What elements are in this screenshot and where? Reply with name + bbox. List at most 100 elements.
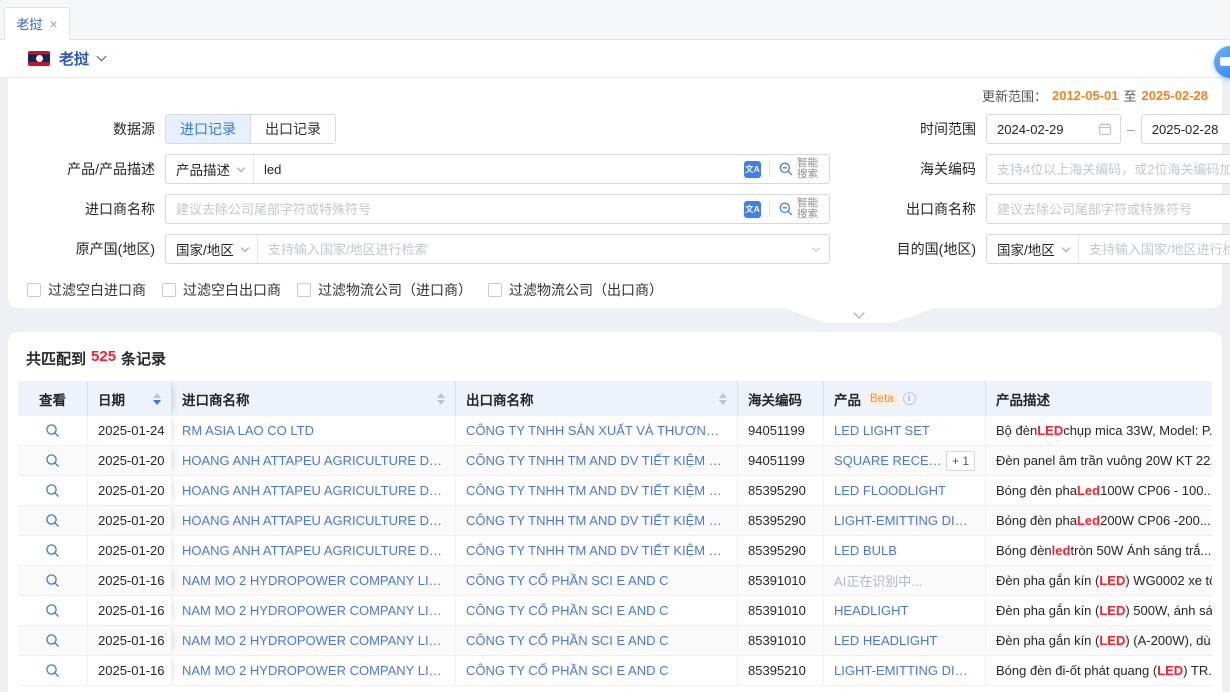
importer-link[interactable]: HOANG ANH ATTAPEU AGRICULTURE DEVE... — [182, 453, 445, 468]
translate-icon[interactable]: 文A — [744, 161, 761, 178]
importer-input[interactable] — [166, 195, 735, 223]
product-link[interactable]: LED BULB — [834, 543, 897, 558]
exporter-link[interactable]: CÔNG TY CỔ PHẦN SCI E AND C — [466, 603, 669, 618]
smart-search-button[interactable]: 智能搜索 — [778, 198, 820, 220]
product-link[interactable]: SQUARE RECESS... — [834, 453, 946, 468]
view-record-button[interactable] — [45, 633, 60, 648]
product-cell: SQUARE RECESS...+ 1 — [824, 446, 986, 475]
segment-export-records[interactable]: 出口记录 — [250, 115, 335, 143]
date-end-input[interactable] — [1141, 114, 1230, 144]
smart-search-icon — [778, 161, 794, 177]
column-header-product: 产品Betai — [824, 381, 986, 416]
exporter-link[interactable]: CÔNG TY TNHH TM AND DV TIẾT KIỆM NĂ... — [466, 543, 727, 558]
importer-link[interactable]: HOANG ANH ATTAPEU AGRICULTURE DEVE... — [182, 483, 445, 498]
close-icon[interactable] — [49, 17, 57, 31]
hs-code-input[interactable] — [987, 155, 1230, 183]
date-start-input[interactable] — [986, 114, 1121, 144]
info-icon[interactable]: i — [903, 392, 916, 405]
sort-toggle[interactable] — [431, 393, 445, 405]
exporter-cell: CÔNG TY TNHH TM AND DV TIẾT KIỆM NĂ... — [456, 446, 738, 475]
exporter-link[interactable]: CÔNG TY TNHH SẢN XUẤT VÀ THƯƠNG M... — [466, 423, 727, 438]
translate-icon[interactable]: 文A — [744, 201, 761, 218]
column-header-date[interactable]: 日期 — [88, 381, 172, 416]
table-row: 2025-01-20HOANG ANH ATTAPEU AGRICULTURE … — [18, 536, 1212, 566]
exporter-link[interactable]: CÔNG TY CỔ PHẦN SCI E AND C — [466, 573, 669, 588]
smart-search-icon — [778, 201, 794, 217]
view-record-button[interactable] — [45, 513, 60, 528]
view-record-button[interactable] — [45, 603, 60, 618]
date-start-value[interactable] — [987, 115, 1098, 143]
importer-link[interactable]: RM ASIA LAO CO LTD — [182, 423, 314, 438]
view-record-button[interactable] — [45, 483, 60, 498]
dest-country-group: 国家/地区 — [986, 234, 1230, 264]
chevron-down-icon[interactable] — [97, 52, 107, 62]
sort-toggle[interactable] — [713, 393, 727, 405]
view-record-button[interactable] — [45, 543, 60, 558]
sort-asc-icon[interactable] — [437, 393, 445, 398]
keyword-highlight: LED — [1099, 573, 1125, 588]
sort-asc-icon[interactable] — [153, 393, 161, 398]
laos-flag-icon — [28, 51, 50, 66]
sort-desc-icon[interactable] — [153, 400, 161, 405]
exporter-link[interactable]: CÔNG TY CỔ PHẦN SCI E AND C — [466, 663, 669, 678]
view-record-button[interactable] — [45, 573, 60, 588]
product-link[interactable]: LED FLOODLIGHT — [834, 483, 946, 498]
summary-suffix: 条记录 — [121, 348, 166, 369]
sort-asc-icon[interactable] — [719, 393, 727, 398]
sort-toggle[interactable] — [147, 393, 161, 405]
product-link[interactable]: LED HEADLIGHT — [834, 633, 937, 648]
product-search-input[interactable] — [254, 155, 735, 183]
checkbox-icon[interactable] — [297, 283, 311, 297]
product-link[interactable]: LED LIGHT SET — [834, 423, 930, 438]
column-label: 进口商名称 — [182, 389, 250, 409]
hs-code-cell: 85395290 — [738, 536, 824, 565]
segment-import-records[interactable]: 进口记录 — [166, 115, 250, 143]
date-end-value[interactable] — [1142, 115, 1230, 143]
sort-desc-icon[interactable] — [437, 400, 445, 405]
exporter-link[interactable]: CÔNG TY TNHH TM AND DV TIẾT KIỆM NĂ... — [466, 513, 727, 528]
origin-country-input[interactable] — [258, 235, 813, 263]
filter-checkbox[interactable]: 过滤物流公司（出口商） — [488, 280, 663, 300]
dest-country-select[interactable]: 国家/地区 — [987, 235, 1079, 263]
checkbox-label: 过滤物流公司（出口商） — [509, 280, 663, 300]
importer-link[interactable]: NAM MO 2 HYDROPOWER COMPANY LIMI... — [182, 663, 445, 678]
smart-search-button[interactable]: 智能搜索 — [778, 158, 820, 180]
filter-checkbox[interactable]: 过滤物流公司（进口商） — [297, 280, 472, 300]
product-type-select[interactable]: 产品描述 — [166, 155, 254, 183]
update-range-label: 更新范围： — [982, 86, 1047, 105]
exporter-link[interactable]: CÔNG TY CỔ PHẦN SCI E AND C — [466, 633, 669, 648]
importer-link[interactable]: HOANG ANH ATTAPEU AGRICULTURE DEVE... — [182, 513, 445, 528]
origin-country-select[interactable]: 国家/地区 — [166, 235, 258, 263]
checkbox-icon[interactable] — [488, 283, 502, 297]
filter-checkbox[interactable]: 过滤空白出口商 — [162, 280, 281, 300]
product-cell: LED HEADLIGHT — [824, 626, 986, 655]
exporter-link[interactable]: CÔNG TY TNHH TM AND DV TIẾT KIỆM NĂ... — [466, 453, 727, 468]
product-link[interactable]: LIGHT-EMITTING DIO... — [834, 513, 975, 528]
product-link[interactable]: HEADLIGHT — [834, 603, 908, 618]
product-link[interactable]: LIGHT-EMITTING DIO... — [834, 663, 975, 678]
view-record-button[interactable] — [45, 423, 60, 438]
importer-link[interactable]: NAM MO 2 HYDROPOWER COMPANY LIMI... — [182, 633, 445, 648]
importer-link[interactable]: HOANG ANH ATTAPEU AGRICULTURE DEVE... — [182, 543, 445, 558]
importer-link[interactable]: NAM MO 2 HYDROPOWER COMPANY LIMI... — [182, 573, 445, 588]
importer-link[interactable]: NAM MO 2 HYDROPOWER COMPANY LIMI... — [182, 603, 445, 618]
sort-desc-icon[interactable] — [719, 400, 727, 405]
dest-country-input[interactable] — [1079, 235, 1230, 263]
description-cell: Đèn pha gắn kín (LED) 500W, ánh sá... — [986, 596, 1212, 625]
column-header-importer[interactable]: 进口商名称 — [172, 381, 456, 416]
tab-laos[interactable]: 老挝 — [4, 7, 70, 40]
description-cell: Đèn pha gắn kín (LED) (A-200W), dù... — [986, 626, 1212, 655]
description-cell: Bóng đèn đi-ốt phát quang (LED) TR... — [986, 656, 1212, 685]
description-text: Bóng đèn pha — [996, 513, 1077, 528]
table-row: 2025-01-16NAM MO 2 HYDROPOWER COMPANY LI… — [18, 656, 1212, 686]
exporter-input[interactable] — [987, 195, 1230, 223]
column-header-exporter[interactable]: 出口商名称 — [456, 381, 738, 416]
view-record-button[interactable] — [45, 663, 60, 678]
more-products-badge[interactable]: + 1 — [946, 451, 975, 471]
checkbox-icon[interactable] — [162, 283, 176, 297]
collapse-filters-handle[interactable] — [784, 308, 934, 323]
checkbox-icon[interactable] — [27, 283, 41, 297]
view-record-button[interactable] — [45, 453, 60, 468]
filter-checkbox[interactable]: 过滤空白进口商 — [27, 280, 146, 300]
exporter-link[interactable]: CÔNG TY TNHH TM AND DV TIẾT KIỆM NĂ... — [466, 483, 727, 498]
